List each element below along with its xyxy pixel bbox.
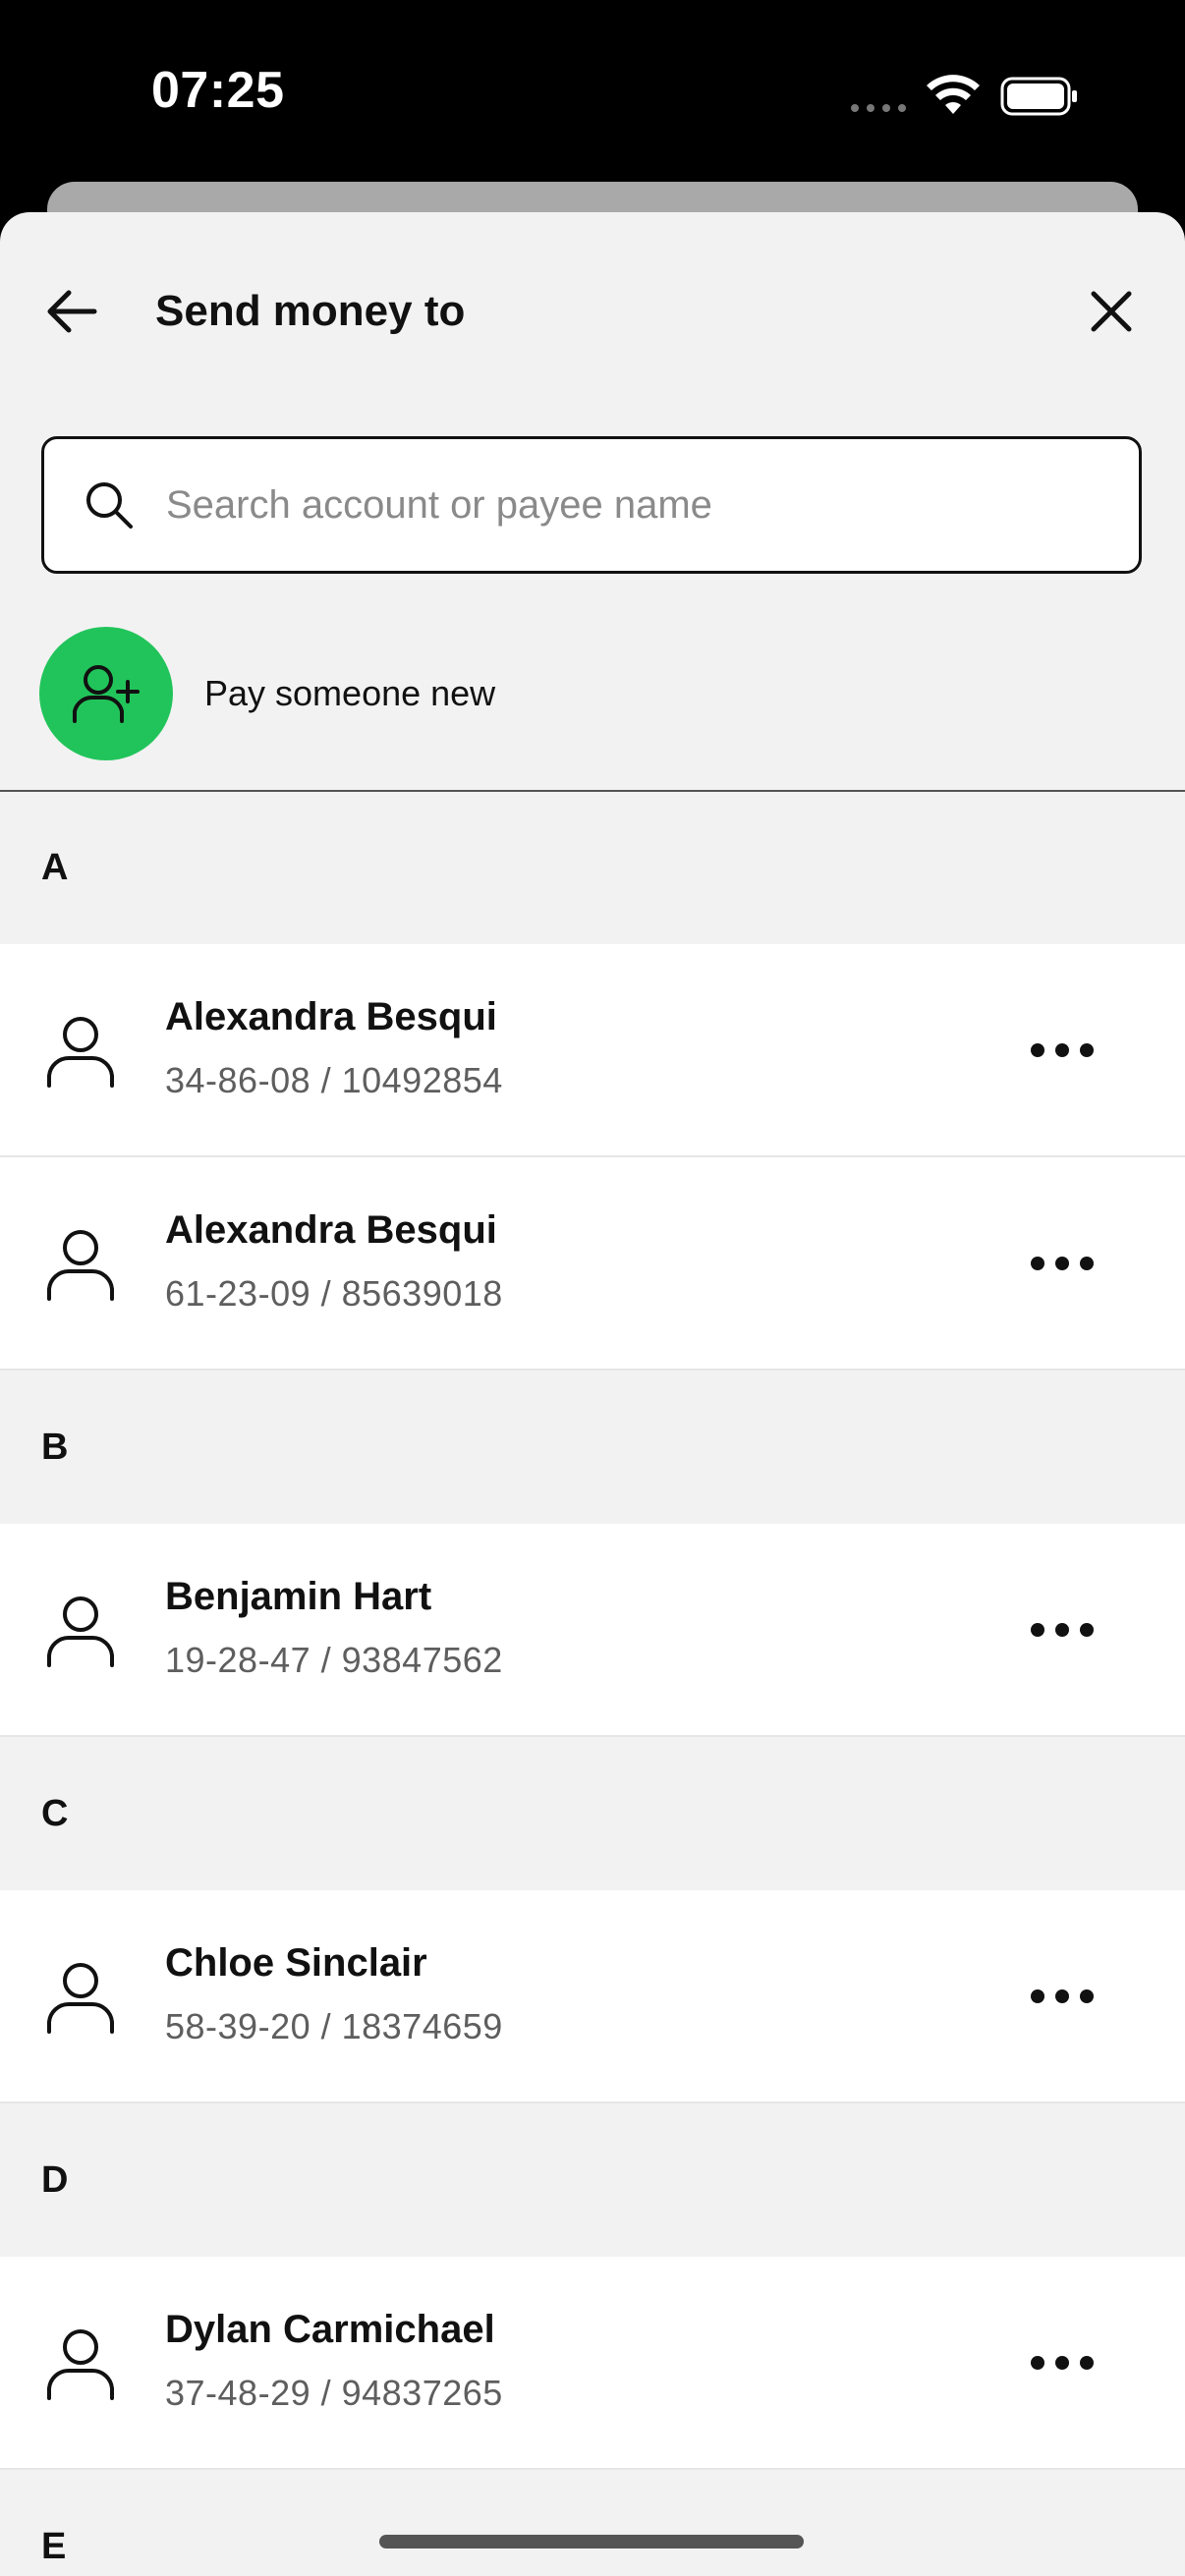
header: Send money to: [0, 212, 1185, 409]
more-horizontal-icon: [1031, 1043, 1094, 1057]
arrow-left-icon: [47, 290, 97, 333]
pay-someone-new-button[interactable]: Pay someone new: [39, 625, 495, 762]
payee-account: 34-86-08 / 10492854: [165, 1060, 503, 1100]
home-indicator[interactable]: [379, 2535, 804, 2548]
person-icon: [47, 1230, 114, 1301]
section-header-b: B: [41, 1426, 69, 1468]
payee-row[interactable]: Chloe Sinclair 58-39-20 / 18374659: [0, 1890, 1185, 2103]
page-title: Send money to: [155, 287, 466, 335]
wifi-icon: [927, 75, 980, 114]
payee-name: Benjamin Hart: [165, 1575, 432, 1618]
section-header-a: A: [41, 847, 69, 888]
signal-dots-icon: [851, 104, 906, 112]
section-header-c: C: [41, 1792, 69, 1834]
search-input[interactable]: [166, 482, 1050, 528]
person-icon: [47, 1596, 114, 1667]
search-box[interactable]: [41, 436, 1142, 574]
payee-name: Dylan Carmichael: [165, 2308, 495, 2351]
person-icon: [47, 1963, 114, 2034]
pay-new-circle: [39, 627, 173, 760]
more-horizontal-icon: [1031, 1623, 1094, 1637]
back-button[interactable]: [37, 277, 106, 346]
search-icon: [86, 482, 133, 529]
more-horizontal-icon: [1031, 2356, 1094, 2370]
close-button[interactable]: [1077, 277, 1146, 346]
status-time: 07:25: [151, 62, 285, 119]
more-horizontal-icon: [1031, 1257, 1094, 1270]
more-options-button[interactable]: [1018, 1967, 1106, 2026]
person-icon: [47, 1017, 114, 1088]
payee-row[interactable]: Dylan Carmichael 37-48-29 / 94837265: [0, 2257, 1185, 2470]
more-options-button[interactable]: [1018, 1234, 1106, 1293]
payee-account: 61-23-09 / 85639018: [165, 1273, 503, 1314]
payee-name: Alexandra Besqui: [165, 995, 497, 1038]
status-bar: 07:25: [0, 0, 1185, 182]
payee-account: 37-48-29 / 94837265: [165, 2373, 503, 2413]
more-horizontal-icon: [1031, 1989, 1094, 2003]
more-options-button[interactable]: [1018, 1021, 1106, 1080]
more-options-button[interactable]: [1018, 1600, 1106, 1659]
pay-someone-new-label: Pay someone new: [204, 673, 496, 713]
person-icon: [47, 2329, 114, 2400]
more-options-button[interactable]: [1018, 2333, 1106, 2392]
payee-list: A Alexandra Besqui 34-86-08 / 10492854 A…: [0, 792, 1185, 2576]
battery-icon: [1000, 77, 1077, 116]
payee-row[interactable]: Alexandra Besqui 34-86-08 / 10492854: [0, 944, 1185, 1157]
close-icon: [1091, 291, 1132, 332]
send-money-sheet: Send money to Pay someone new A: [0, 212, 1185, 2576]
payee-account: 19-28-47 / 93847562: [165, 1640, 503, 1680]
payee-row[interactable]: Benjamin Hart 19-28-47 / 93847562: [0, 1524, 1185, 1737]
payee-name: Alexandra Besqui: [165, 1208, 497, 1252]
payee-name: Chloe Sinclair: [165, 1941, 427, 1985]
payee-account: 58-39-20 / 18374659: [165, 2006, 503, 2046]
add-user-icon: [73, 665, 140, 723]
section-header-e: E: [41, 2525, 67, 2567]
payee-row[interactable]: Alexandra Besqui 61-23-09 / 85639018: [0, 1157, 1185, 1371]
section-header-d: D: [41, 2158, 69, 2201]
